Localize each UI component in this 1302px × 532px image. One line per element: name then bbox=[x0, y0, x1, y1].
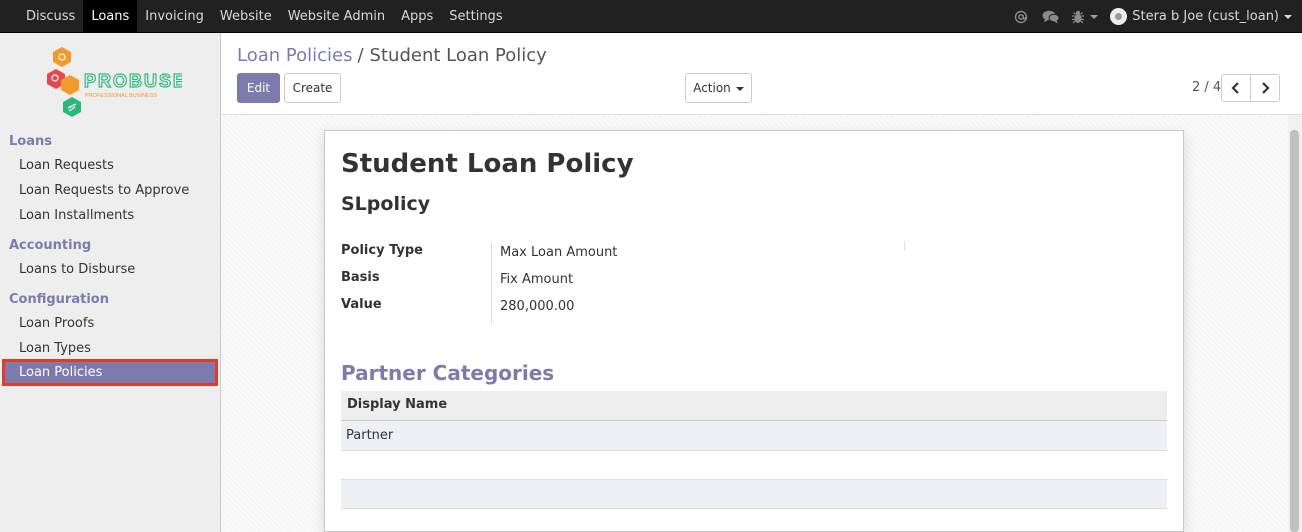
svg-text:PROFESSIONAL BUSINESS: PROFESSIONAL BUSINESS bbox=[85, 93, 157, 99]
menu-settings[interactable]: Settings bbox=[441, 0, 510, 33]
partner-categories-title: Partner Categories bbox=[341, 361, 555, 385]
sidebar-item-loan-installments[interactable]: Loan Installments bbox=[19, 208, 134, 223]
record-title: Student Loan Policy bbox=[341, 149, 634, 179]
user-name: Stera b Joe (cust_loan) bbox=[1132, 9, 1279, 24]
sidebar-item-loan-requests-to-approve[interactable]: Loan Requests to Approve bbox=[19, 183, 189, 198]
chevron-down-icon bbox=[1284, 14, 1292, 19]
breadcrumb: Loan Policies / Student Loan Policy bbox=[237, 45, 547, 66]
at-sign-icon[interactable] bbox=[1006, 0, 1036, 33]
sidebar-item-loans-to-disburse[interactable]: Loans to Disburse bbox=[19, 262, 135, 277]
chevron-right-icon bbox=[1262, 82, 1270, 94]
breadcrumb-current: Student Loan Policy bbox=[369, 45, 547, 66]
field-divider bbox=[491, 243, 492, 324]
field-label-basis: Basis bbox=[341, 270, 380, 285]
menu-discuss[interactable]: Discuss bbox=[18, 0, 83, 33]
chevron-left-icon bbox=[1231, 82, 1239, 94]
breadcrumb-loan-policies[interactable]: Loan Policies bbox=[237, 45, 352, 66]
sidebar-item-loan-requests[interactable]: Loan Requests bbox=[19, 158, 114, 173]
pager-previous-button[interactable] bbox=[1221, 74, 1251, 102]
table-footer bbox=[341, 479, 1167, 509]
user-menu[interactable]: Stera b Joe (cust_loan) bbox=[1110, 8, 1292, 25]
field-label-value: Value bbox=[341, 297, 382, 312]
section-accounting: Accounting bbox=[9, 238, 92, 253]
action-label: Action bbox=[693, 81, 731, 95]
svg-text:PROBUSE: PROBUSE bbox=[84, 71, 182, 91]
menu-website-admin[interactable]: Website Admin bbox=[280, 0, 393, 33]
section-loans: Loans bbox=[9, 134, 52, 149]
table-header-display-name: Display Name bbox=[341, 391, 1167, 421]
form-sheet: Student Loan Policy SLpolicy Policy Type… bbox=[324, 130, 1184, 532]
pager-value: 2 / 4 bbox=[1192, 80, 1222, 95]
chevron-down-icon bbox=[735, 86, 744, 91]
top-navbar: Discuss Loans Invoicing Website Website … bbox=[0, 0, 1302, 33]
edit-button[interactable]: Edit bbox=[237, 73, 280, 103]
menu-loans[interactable]: Loans bbox=[83, 0, 138, 33]
field-value-policy-type: Max Loan Amount bbox=[500, 245, 618, 260]
field-label-policy-type: Policy Type bbox=[341, 243, 423, 258]
create-button[interactable]: Create bbox=[284, 73, 341, 103]
breadcrumb-separator: / bbox=[357, 45, 364, 66]
sidebar-item-loan-proofs[interactable]: Loan Proofs bbox=[19, 316, 94, 331]
menu-website[interactable]: Website bbox=[212, 0, 280, 33]
main-menu: Discuss Loans Invoicing Website Website … bbox=[18, 0, 511, 33]
sidebar-item-loan-types[interactable]: Loan Types bbox=[19, 341, 91, 356]
avatar bbox=[1110, 8, 1128, 25]
menu-invoicing[interactable]: Invoicing bbox=[137, 0, 212, 33]
section-configuration: Configuration bbox=[9, 292, 109, 307]
menu-apps[interactable]: Apps bbox=[393, 0, 441, 33]
action-dropdown-button[interactable]: Action bbox=[685, 73, 752, 103]
bug-icon[interactable] bbox=[1066, 0, 1102, 33]
sidebar-item-loan-policies[interactable]: Loan Policies bbox=[2, 359, 218, 386]
sidebar: PROBUSE PROFESSIONAL BUSINESS Loans Loan… bbox=[0, 33, 221, 532]
group-divider bbox=[904, 241, 905, 250]
field-value-value: 280,000.00 bbox=[500, 299, 575, 314]
pager-next-button[interactable] bbox=[1250, 74, 1280, 102]
debug-caret-icon bbox=[1089, 14, 1098, 19]
company-logo: PROBUSE PROFESSIONAL BUSINESS bbox=[42, 45, 186, 121]
systray: Stera b Joe (cust_loan) bbox=[1006, 0, 1292, 33]
control-panel: Loan Policies / Student Loan Policy Edit C… bbox=[221, 33, 1302, 115]
scrollbar-thumb[interactable] bbox=[1290, 130, 1299, 532]
field-value-basis: Fix Amount bbox=[500, 272, 574, 287]
chat-bubbles-icon[interactable] bbox=[1036, 0, 1066, 33]
table-row[interactable]: Partner bbox=[341, 421, 1167, 451]
record-code: SLpolicy bbox=[341, 193, 431, 215]
